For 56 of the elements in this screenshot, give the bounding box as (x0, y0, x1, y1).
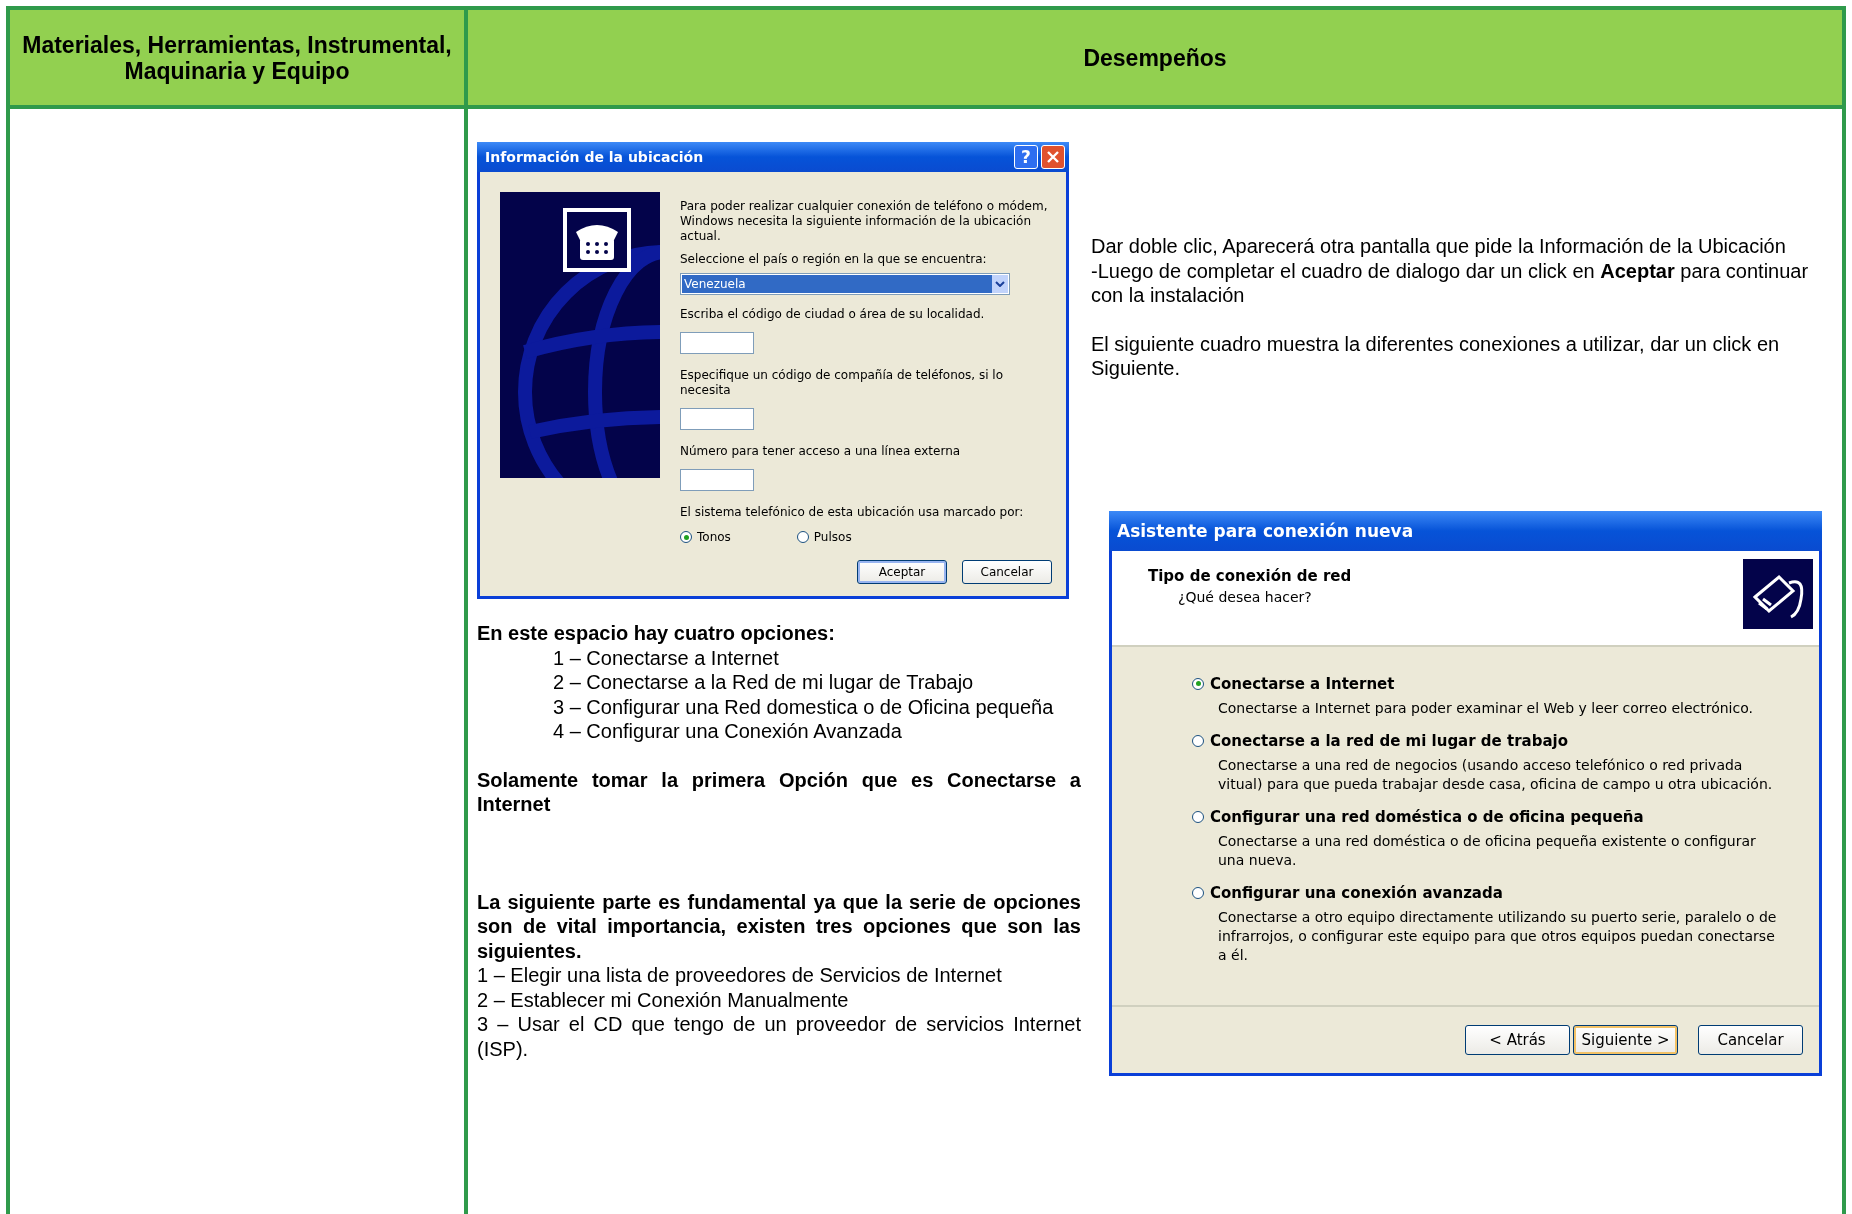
dialog-button[interactable]: Siguiente > (1573, 1024, 1678, 1055)
help-button[interactable]: ? (1014, 145, 1038, 169)
dropdown-value: Venezuela (682, 275, 992, 293)
plug-icon (1743, 558, 1813, 629)
list-item: 3 – Configurar una Red domestica o de Oficina pequeña (552, 694, 1055, 719)
field-label: Especifique un código de compañía de teléfonos, si lo necesita (680, 368, 1005, 398)
dialog-text: Para poder realizar cualquier conexión de teléfono o módem, Windows necesita la siguiente información de la ubicación actual. (680, 199, 1049, 244)
radio-button[interactable] (1192, 886, 1204, 899)
dialog-button[interactable]: Cancelar (1698, 1024, 1803, 1055)
radio-label: Pulsos (813, 530, 852, 544)
close-button[interactable] (1041, 145, 1065, 169)
radio-label: Tonos (697, 530, 731, 544)
field-label: Seleccione el país o región en la que se encuentra: (680, 252, 988, 267)
list-item: 1 – Conectarse a Internet (552, 645, 780, 670)
country-dropdown[interactable]: Venezuela (680, 273, 1010, 295)
field-label: Número para tener acceso a una línea externa (680, 444, 962, 459)
chevron-down-icon (995, 281, 1005, 287)
input-field[interactable] (680, 408, 754, 430)
radio-button[interactable] (1192, 734, 1204, 747)
radio-button[interactable] (680, 531, 692, 543)
radio-button[interactable] (1192, 677, 1204, 690)
list-item: 3 – Usar el CD que tengo de un proveedor de servicios Internet (ISP). (477, 1012, 1081, 1061)
paragraph-text: -Luego de completar el cuadro de dialogo dar un click en Aceptar para continuar con la instalación (1091, 258, 1810, 308)
note-text: Solamente tomar la primera Opción que es Conectarse a Internet (477, 767, 1081, 817)
heading-text: En este espacio hay cuatro opciones: (477, 621, 836, 646)
list-item: 2 – Conectarse a la Red de mi lugar de Trabajo (552, 670, 975, 695)
option-description: Conectarse a una red doméstica o de oficina pequeña existente o configurar una nueva. (1217, 831, 1757, 870)
page-title: Tipo de conexión de red (1148, 566, 1352, 585)
radio-button[interactable] (1192, 810, 1204, 823)
option-description: Conectarse a Internet para poder examinar el Web y leer correo electrónico. (1217, 698, 1754, 718)
option-label: Conectarse a Internet (1210, 674, 1395, 693)
option-label: Conectarse a la red de mi lugar de trabajo (1210, 731, 1568, 750)
column-header: Desempeños (468, 10, 1842, 109)
list-item: 1 – Elegir una lista de proveedores de Servicios de Internet (477, 963, 1003, 988)
radio-button[interactable] (796, 531, 809, 543)
option-label: Configurar una red doméstica o de oficina pequeña (1210, 807, 1644, 826)
input-field[interactable] (680, 469, 754, 491)
window-title: Asistente para conexión nueva (1117, 520, 1414, 541)
dialog-button[interactable]: < Atrás (1465, 1024, 1570, 1055)
field-label: Escriba el código de ciudad o área de su localidad. (680, 307, 986, 322)
dialog-button[interactable]: Cancelar (962, 560, 1052, 584)
paragraph-text: El siguiente cuadro muestra la diferentes conexiones a utilizar, dar un click en Siguiente. (1091, 331, 1781, 381)
input-field[interactable] (680, 332, 754, 354)
paragraph-text: Dar doble clic, Aparecerá otra pantalla que pide la Información de la Ubicación (1091, 234, 1787, 259)
option-description: Conectarse a una red de negocios (usando acceso telefónico o red privada vitual) para que pueda trabajar desde casa, oficina de campo u otra ubicación. (1217, 755, 1774, 794)
option-label: Configurar una conexión avanzada (1210, 883, 1503, 902)
dialog-button[interactable]: Aceptar (857, 560, 947, 584)
field-label: El sistema telefónico de esta ubicación usa marcado por: (680, 505, 1025, 520)
option-description: Conectarse a otro equipo directamente utilizando su puerto serie, paralelo o de infrarrojos, o configurar este equipo para que otros equipos puedan conectarse a él. (1217, 907, 1778, 965)
window-title: Información de la ubicación (485, 149, 704, 165)
page-subtitle: ¿Qué desea hacer? (1177, 588, 1313, 605)
column-header: Materiales, Herramientas, Instrumental, Maquinaria y Equipo (10, 10, 468, 109)
close-icon (1047, 151, 1059, 163)
heading-text: La siguiente parte es fundamental ya que la serie de opciones son de vital importancia, existen tres opciones que son las siguientes. (477, 889, 1081, 963)
list-item: 4 – Configurar una Conexión Avanzada (552, 719, 903, 744)
list-item: 2 – Establecer mi Conexión Manualmente (477, 987, 850, 1012)
